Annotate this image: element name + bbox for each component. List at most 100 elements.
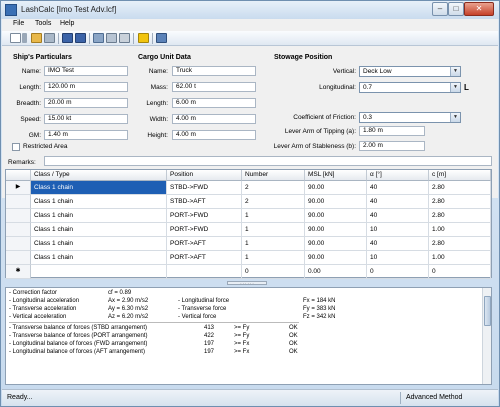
table-cell[interactable]: 0 xyxy=(429,265,491,279)
splitter-grip-icon[interactable]: · · · · · · xyxy=(227,281,267,286)
table-cell[interactable]: Class 1 chain xyxy=(31,181,167,195)
table-cell[interactable]: 40 xyxy=(367,181,429,195)
table-cell[interactable]: PORT->FWD xyxy=(167,209,242,223)
grid-header-c[interactable]: c [m] xyxy=(429,170,491,181)
grid-header-number[interactable]: Number xyxy=(242,170,305,181)
table-cell[interactable]: PORT->AFT xyxy=(167,237,242,251)
table-cell[interactable]: 1 xyxy=(242,209,305,223)
properties-icon[interactable] xyxy=(106,33,117,43)
table-cell[interactable] xyxy=(167,265,242,279)
row-header[interactable] xyxy=(6,237,31,251)
cargo-mass-input[interactable]: 62.00 t xyxy=(172,82,256,92)
chevron-down-icon[interactable]: ▼ xyxy=(450,83,460,92)
table-cell[interactable]: 90.00 xyxy=(305,209,367,223)
grid-header-msl[interactable]: MSL [kN] xyxy=(305,170,367,181)
table-cell[interactable]: PORT->AFT xyxy=(167,251,242,265)
table-cell[interactable]: 0.00 xyxy=(305,265,367,279)
table-cell[interactable]: 90.00 xyxy=(305,237,367,251)
menu-file[interactable]: File xyxy=(13,20,24,27)
minimize-button[interactable]: – xyxy=(432,2,448,16)
table-cell[interactable]: 1.00 xyxy=(429,223,491,237)
save-icon[interactable] xyxy=(62,33,73,43)
table-cell[interactable]: 2.80 xyxy=(429,181,491,195)
print-icon[interactable] xyxy=(119,33,130,43)
grid-header-class[interactable]: Class / Type xyxy=(31,170,167,181)
row-header[interactable] xyxy=(6,223,31,237)
table-cell[interactable]: 10 xyxy=(367,223,429,237)
open-folder-icon[interactable] xyxy=(31,33,42,43)
copy-icon[interactable] xyxy=(93,33,104,43)
cargo-width-input[interactable]: 4.00 m xyxy=(172,114,256,124)
table-cell[interactable]: 1.00 xyxy=(429,251,491,265)
ship-length-input[interactable]: 120.00 m xyxy=(44,82,128,92)
ship-gm-input[interactable]: 1.40 m xyxy=(44,130,128,140)
grid-header-alpha[interactable]: α [°] xyxy=(367,170,429,181)
table-cell[interactable]: 90.00 xyxy=(305,195,367,209)
remarks-input[interactable] xyxy=(44,156,492,166)
table-cell[interactable]: 2.80 xyxy=(429,209,491,223)
chevron-down-icon[interactable]: ▼ xyxy=(450,67,460,76)
row-header-current[interactable]: ▶ xyxy=(6,181,31,195)
tipping-input[interactable]: 1.80 m xyxy=(359,126,425,136)
table-cell[interactable]: 1 xyxy=(242,237,305,251)
friction-select[interactable]: 0.3 ▼ xyxy=(359,112,461,123)
splitter[interactable]: · · · · · · xyxy=(5,280,492,286)
table-cell[interactable]: 90.00 xyxy=(305,251,367,265)
table-cell[interactable]: 90.00 xyxy=(305,223,367,237)
ship-breadth-input[interactable]: 20.00 m xyxy=(44,98,128,108)
row-header[interactable] xyxy=(6,251,31,265)
vertical-select[interactable]: Deck Low ▼ xyxy=(359,66,461,77)
table-cell[interactable]: PORT->FWD xyxy=(167,223,242,237)
cargo-length-input[interactable]: 6.00 m xyxy=(172,98,256,108)
row-header[interactable] xyxy=(6,195,31,209)
menu-help[interactable]: Help xyxy=(60,20,74,27)
maximize-button[interactable]: □ xyxy=(448,2,464,16)
table-cell[interactable]: 0 xyxy=(242,265,305,279)
table-cell[interactable]: 2 xyxy=(242,195,305,209)
grid-header-position[interactable]: Position xyxy=(167,170,242,181)
cargo-length-label: Length: xyxy=(146,100,168,107)
restricted-area-label: Restricted Area xyxy=(23,143,68,150)
print-preview-icon[interactable] xyxy=(44,33,55,43)
table-cell[interactable]: Class 1 chain xyxy=(31,195,167,209)
restricted-area-checkbox[interactable] xyxy=(12,143,20,151)
table-cell[interactable]: 10 xyxy=(367,251,429,265)
stableness-input[interactable]: 2.00 m xyxy=(359,141,425,151)
cargo-name-input[interactable]: Truck xyxy=(172,66,256,76)
cargo-height-input[interactable]: 4.00 m xyxy=(172,130,256,140)
row-header-new[interactable]: ✱ xyxy=(6,265,31,279)
table-cell[interactable]: 40 xyxy=(367,237,429,251)
save-as-icon[interactable] xyxy=(75,33,86,43)
table-cell[interactable]: 2.80 xyxy=(429,237,491,251)
table-cell[interactable]: 40 xyxy=(367,209,429,223)
exit-icon[interactable] xyxy=(156,33,167,43)
table-cell[interactable]: STBD->FWD xyxy=(167,181,242,195)
calculate-icon[interactable] xyxy=(138,33,149,43)
table-cell[interactable]: 1 xyxy=(242,251,305,265)
table-cell[interactable]: Class 1 chain xyxy=(31,223,167,237)
table-cell[interactable] xyxy=(31,265,167,279)
longitudinal-select[interactable]: 0.7 ▼ xyxy=(359,82,461,93)
table-cell[interactable]: STBD->AFT xyxy=(167,195,242,209)
output-scrollbar[interactable] xyxy=(482,288,491,384)
table-cell[interactable]: 2.80 xyxy=(429,195,491,209)
table-cell[interactable]: 1 xyxy=(242,223,305,237)
close-button[interactable]: ✕ xyxy=(464,2,494,16)
table-cell[interactable]: 2 xyxy=(242,181,305,195)
table-cell[interactable]: Class 1 chain xyxy=(31,237,167,251)
menu-tools[interactable]: Tools xyxy=(35,20,51,27)
scrollbar-thumb[interactable] xyxy=(484,296,491,326)
new-file-icon[interactable] xyxy=(10,33,21,43)
table-cell[interactable]: Class 1 chain xyxy=(31,251,167,265)
table-cell[interactable]: 40 xyxy=(367,195,429,209)
table-cell[interactable]: Class 1 chain xyxy=(31,209,167,223)
ship-name-input[interactable]: IMO Test xyxy=(44,66,128,76)
new-dropdown-icon[interactable] xyxy=(22,33,27,43)
table-cell[interactable]: 90.00 xyxy=(305,181,367,195)
app-icon xyxy=(5,4,17,16)
chevron-down-icon[interactable]: ▼ xyxy=(450,113,460,122)
ship-speed-input[interactable]: 15.00 kt xyxy=(44,114,128,124)
table-cell[interactable]: 0 xyxy=(367,265,429,279)
row-header[interactable] xyxy=(6,209,31,223)
results-output[interactable]: - Correction factor cf = 0.89 - Longitud… xyxy=(5,287,492,385)
